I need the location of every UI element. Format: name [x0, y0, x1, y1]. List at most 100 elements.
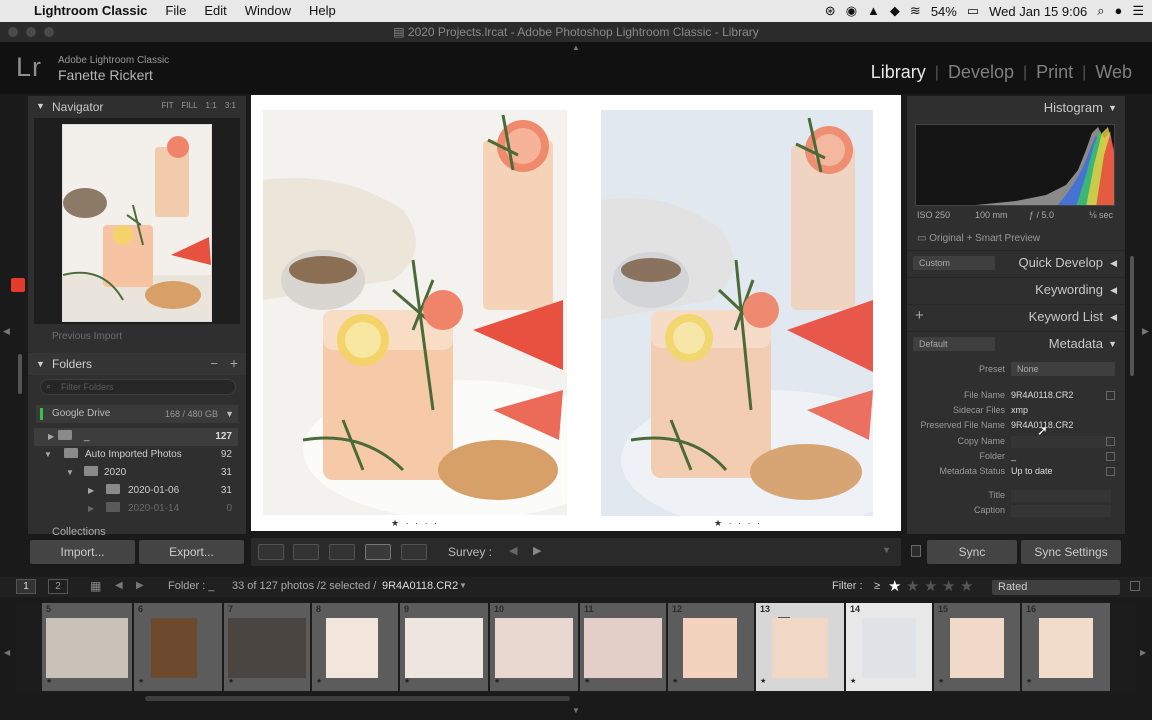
rating-stars-left[interactable]: ★ · · · · [391, 518, 439, 529]
battery-icon[interactable]: ▭ [967, 0, 979, 22]
expand-triangle-icon[interactable]: ◀ [1110, 285, 1117, 296]
menu-help[interactable]: Help [300, 0, 345, 22]
filmstrip-cell[interactable]: 11 ★ [580, 603, 666, 691]
left-scrollbar[interactable] [18, 354, 22, 394]
top-panel-toggle-icon[interactable]: ▲ [572, 43, 580, 52]
import-button[interactable]: Import... [30, 540, 135, 564]
filmstrip-cell[interactable]: 16 ★ [1022, 603, 1110, 691]
collections-header[interactable]: Collections [52, 526, 106, 538]
filter-star-icon[interactable]: ★ [888, 577, 901, 595]
histogram-header[interactable]: Histogram ▼ [907, 96, 1125, 120]
record-indicator-icon[interactable] [11, 278, 25, 292]
expand-triangle-icon[interactable]: ◀ [1110, 258, 1117, 269]
filmstrip-left-arrow-icon[interactable]: ◀ [4, 648, 10, 657]
file-menu-icon[interactable]: ▼ [459, 581, 467, 590]
collapse-triangle-icon[interactable]: ▼ [44, 446, 54, 464]
metadata-action-icon[interactable] [1106, 437, 1115, 446]
zoom-fill[interactable]: FILL [182, 101, 198, 110]
control-center-icon[interactable]: ☰ [1132, 0, 1144, 22]
right-scrollbar[interactable] [1130, 256, 1134, 376]
filmstrip-cell[interactable]: 9 ★ [400, 603, 488, 691]
menu-window[interactable]: Window [236, 0, 300, 22]
volume-menu-icon[interactable]: ▼ [225, 405, 234, 423]
metadata-preset-select[interactable]: None [1011, 362, 1115, 376]
right-panel-toggle-icon[interactable]: ▶ [1142, 326, 1149, 337]
filmstrip-cell-active[interactable]: 14 ★ [846, 603, 932, 691]
zoom-button[interactable] [44, 27, 54, 37]
title-input[interactable] [1011, 490, 1111, 502]
people-view-icon[interactable] [401, 544, 427, 560]
keyword-list-header[interactable]: + Keyword List ◀ [907, 304, 1125, 328]
navigator-header[interactable]: ▼ Navigator FIT FILL 1:1 3:1 [28, 96, 246, 118]
siri-icon[interactable]: ● [1114, 0, 1122, 22]
expand-triangle-icon[interactable]: ▶ [48, 428, 58, 446]
filmstrip-cell[interactable]: 7 ★ [224, 603, 310, 691]
module-web[interactable]: Web [1086, 62, 1141, 83]
filter-star-icon[interactable]: ★ [924, 577, 937, 595]
expand-triangle-icon[interactable]: ▶ [88, 500, 98, 518]
secondary-window-button[interactable]: 2 [48, 579, 68, 594]
folders-header[interactable]: ▼ Folders − + [28, 353, 246, 375]
add-folder-button[interactable]: + [230, 355, 238, 371]
collapse-triangle-icon[interactable]: ▼ [1108, 103, 1117, 113]
survey-photo-right[interactable] [601, 110, 873, 516]
copy-name-input[interactable] [1011, 436, 1111, 448]
collapse-triangle-icon[interactable]: ▼ [66, 464, 76, 482]
auto-sync-switch[interactable] [911, 545, 921, 557]
filmstrip-cell[interactable]: 12 ★ [668, 603, 754, 691]
quick-develop-preset-popup[interactable]: Custom [913, 256, 995, 270]
sync-settings-button[interactable]: Sync Settings [1021, 540, 1121, 564]
filmstrip-right-arrow-icon[interactable]: ▶ [1140, 648, 1146, 657]
filter-operator[interactable]: ≥ [874, 580, 880, 592]
toolbar-menu-icon[interactable]: ▼ [882, 545, 891, 555]
previous-photo-icon[interactable]: ◀ [509, 544, 517, 557]
module-develop[interactable]: Develop [939, 62, 1023, 83]
volume-google-drive[interactable]: Google Drive 168 / 480 GB ▼ [36, 405, 238, 423]
wifi-icon[interactable]: ≋ [910, 0, 921, 22]
loupe-view-icon[interactable] [293, 544, 319, 560]
clock[interactable]: Wed Jan 15 9:06 [989, 4, 1087, 19]
filmstrip-cell[interactable]: 10 ★ [490, 603, 578, 691]
spotlight-icon[interactable]: ⌕ [1097, 0, 1104, 22]
keywording-header[interactable]: Keywording ◀ [907, 277, 1125, 301]
filter-star-icon[interactable]: ★ [906, 577, 919, 595]
folder-row[interactable]: ▼ 2020 31 [34, 464, 238, 482]
metadata-action-icon[interactable] [1106, 391, 1115, 400]
left-panel-toggle-icon[interactable]: ◀ [3, 326, 10, 337]
metadata-preset-popup[interactable]: Default [913, 337, 995, 351]
caption-input[interactable] [1011, 505, 1111, 517]
module-print[interactable]: Print [1027, 62, 1082, 83]
zoom-1-1[interactable]: 1:1 [206, 101, 217, 110]
remove-folder-button[interactable]: − [210, 356, 218, 371]
metadata-action-icon[interactable] [1106, 452, 1115, 461]
menu-app-name[interactable]: Lightroom Classic [25, 0, 156, 22]
creative-cloud-icon[interactable]: ⊛ [825, 0, 836, 22]
menu-file[interactable]: File [156, 0, 195, 22]
filter-star-icon[interactable]: ★ [960, 577, 973, 595]
collapse-triangle-icon[interactable]: ▼ [36, 359, 45, 369]
sync-button[interactable]: Sync [927, 540, 1017, 564]
filter-lock-icon[interactable] [1130, 581, 1140, 591]
survey-view-icon[interactable] [365, 544, 391, 560]
filmstrip-cell[interactable]: 15 ★ [934, 603, 1020, 691]
collapse-triangle-icon[interactable]: ▼ [1108, 339, 1117, 349]
menu-edit[interactable]: Edit [195, 0, 235, 22]
filmstrip-cell[interactable]: 6 ★ [134, 603, 222, 691]
next-photo-icon[interactable]: ▶ [533, 544, 541, 557]
rating-stars-right[interactable]: ★ · · · · [714, 518, 762, 529]
metadata-value[interactable]: 9R4A0118.CR2 [1011, 388, 1073, 403]
grid-view-icon[interactable] [258, 544, 284, 560]
cc-sync-icon[interactable]: ◉ [846, 0, 857, 22]
zoom-3-1[interactable]: 3:1 [225, 101, 236, 110]
collapse-triangle-icon[interactable]: ▼ [36, 101, 45, 111]
folder-row[interactable]: ▶ _ 127 [34, 428, 238, 446]
metadata-header[interactable]: Default Metadata ▼ [907, 331, 1125, 355]
filmstrip-cell-selected[interactable]: 134★ [756, 603, 844, 691]
navigator-thumbnail[interactable] [62, 124, 212, 322]
main-window-button[interactable]: 1 [16, 579, 36, 594]
filmstrip-cell[interactable]: 8 ★ [312, 603, 398, 691]
survey-photo-left[interactable] [263, 110, 567, 515]
filmstrip-cell[interactable]: 5 ★ [42, 603, 132, 691]
zoom-fit[interactable]: FIT [161, 101, 173, 110]
previous-import-item[interactable]: Previous Import [52, 331, 122, 342]
